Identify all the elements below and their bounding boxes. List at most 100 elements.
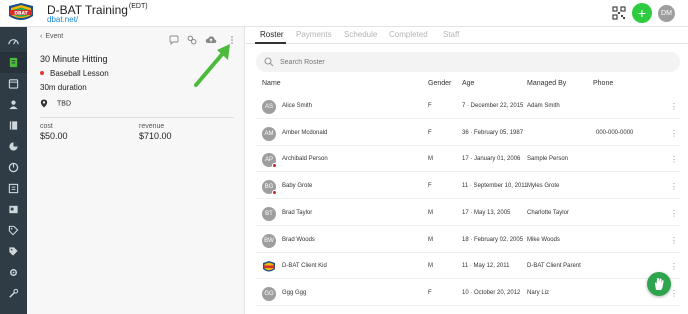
roster-name[interactable]: Alice Smith bbox=[282, 103, 312, 109]
roster-age: 7 · December 22, 2015 bbox=[462, 103, 524, 109]
revenue-value: $710.00 bbox=[139, 131, 172, 141]
table-row[interactable]: D-BAT Client Kid M 11 · May 12, 2011 D-BAT … bbox=[256, 257, 680, 280]
table-row[interactable]: GG Ggg Ggg F 10 · October 20, 2012 Nary Liz ⋮ bbox=[256, 284, 680, 306]
tab-schedule[interactable]: Schedule bbox=[344, 30, 377, 39]
app-url-link[interactable]: dbat.net/ bbox=[47, 15, 78, 24]
hand-icon bbox=[654, 278, 664, 290]
divider bbox=[40, 117, 234, 118]
more-vertical-icon[interactable] bbox=[230, 32, 234, 44]
svg-text:DBAT: DBAT bbox=[14, 10, 28, 16]
avatar: BT bbox=[262, 206, 276, 221]
nav-people-icon[interactable] bbox=[0, 94, 27, 115]
location-pin-icon bbox=[40, 99, 48, 108]
tab-completed[interactable]: Completed bbox=[389, 30, 428, 39]
event-type-label: Baseball Lesson bbox=[50, 69, 109, 78]
nav-tag-icon[interactable] bbox=[0, 220, 27, 241]
roster-age: 17 · May 13, 2005 bbox=[462, 209, 511, 216]
tab-payments[interactable]: Payments bbox=[296, 30, 332, 39]
column-header-managed-by[interactable]: Managed By bbox=[527, 80, 566, 87]
avatar: AS bbox=[262, 100, 276, 114]
nav-tags-icon[interactable] bbox=[0, 241, 27, 262]
roster-name[interactable]: D-BAT Client Kid bbox=[282, 263, 327, 269]
roster-gender: F bbox=[428, 183, 432, 190]
event-type-dot bbox=[40, 70, 44, 75]
back-to-event-link[interactable]: ‹ Event bbox=[40, 33, 63, 40]
active-tab-indicator bbox=[255, 42, 286, 44]
roster-age: 18 · February 02, 2005 bbox=[462, 236, 524, 243]
add-button[interactable]: + bbox=[632, 3, 652, 23]
nav-card-icon[interactable] bbox=[0, 199, 27, 220]
event-duration: 30m duration bbox=[40, 83, 87, 92]
nav-dashboard-icon[interactable] bbox=[0, 31, 27, 52]
cost-label: cost bbox=[40, 123, 53, 130]
table-row[interactable]: AM Amber Mcdonald F 36 · February 05, 1987 0… bbox=[256, 124, 680, 146]
avatar-initials: BW bbox=[264, 237, 274, 244]
roster-name[interactable]: Ggg Ggg bbox=[282, 290, 306, 296]
comment-icon[interactable] bbox=[169, 32, 179, 46]
table-row[interactable]: BG Baby Grote F 11 · September 10, 2011 Myle… bbox=[256, 177, 680, 200]
roster-name[interactable]: Archibald Person bbox=[282, 156, 328, 162]
column-header-age[interactable]: Age bbox=[462, 80, 474, 87]
nav-reports-icon[interactable] bbox=[0, 136, 27, 157]
nav-pie-chart-icon[interactable] bbox=[0, 157, 27, 178]
event-title: 30 Minute Hitting bbox=[40, 54, 108, 64]
nav-checkbook-icon[interactable] bbox=[0, 178, 27, 199]
chevron-left-icon: ‹ bbox=[40, 33, 43, 40]
roster-gender: M bbox=[428, 156, 433, 163]
row-more-icon[interactable]: ⋮ bbox=[670, 209, 678, 218]
nav-book-icon[interactable] bbox=[0, 115, 27, 136]
nav-wrench-icon[interactable] bbox=[0, 283, 27, 304]
avatar-initials: AP bbox=[264, 157, 273, 164]
row-more-icon[interactable]: ⋮ bbox=[670, 262, 678, 271]
dbat-logo[interactable]: DBAT bbox=[6, 2, 36, 24]
roster-name[interactable]: Baby Grote bbox=[282, 183, 312, 189]
row-more-icon[interactable]: ⋮ bbox=[670, 155, 678, 164]
roster-name[interactable]: Amber Mcdonald bbox=[282, 130, 327, 136]
tab-roster[interactable]: Roster bbox=[260, 30, 284, 39]
row-more-icon[interactable]: ⋮ bbox=[670, 129, 678, 138]
roster-name[interactable]: Brad Woods bbox=[282, 237, 315, 243]
search-roster-input[interactable] bbox=[280, 55, 660, 69]
event-type: Baseball Lesson bbox=[40, 69, 109, 78]
timezone-label: (EDT) bbox=[128, 3, 148, 10]
roster-gender: F bbox=[428, 129, 432, 136]
roster-age: 10 · October 20, 2012 bbox=[462, 289, 521, 296]
roster-age: 17 · January 01, 2006 bbox=[462, 156, 521, 163]
help-fab-button[interactable] bbox=[647, 272, 671, 296]
avatar: AP bbox=[262, 153, 277, 169]
nav-settings-icon[interactable] bbox=[0, 262, 27, 283]
row-more-icon[interactable]: ⋮ bbox=[670, 182, 678, 191]
roster-gender: F bbox=[428, 289, 432, 296]
roster-name[interactable]: Brad Taylor bbox=[282, 210, 312, 216]
column-header-gender[interactable]: Gender bbox=[428, 80, 451, 87]
table-row[interactable]: BW Brad Woods M 18 · February 02, 2005 Mike … bbox=[256, 231, 680, 253]
table-row[interactable]: BT Brad Taylor M 17 · May 13, 2005 Charlotte… bbox=[256, 204, 680, 226]
qr-code-icon[interactable] bbox=[612, 6, 626, 20]
event-location: TBD bbox=[40, 99, 71, 108]
avatar: BW bbox=[262, 233, 276, 248]
row-more-icon[interactable]: ⋮ bbox=[670, 236, 678, 245]
roster-age: 11 · May 12, 2011 bbox=[462, 263, 510, 270]
avatar: GG bbox=[262, 286, 276, 301]
avatar-initials: GG bbox=[264, 290, 274, 297]
location-label: TBD bbox=[57, 100, 71, 108]
cloud-upload-icon[interactable] bbox=[205, 32, 217, 43]
row-more-icon[interactable]: ⋮ bbox=[670, 102, 678, 111]
tab-staff[interactable]: Staff bbox=[443, 30, 459, 39]
tab-bar: Roster Payments Schedule Completed Staff bbox=[246, 27, 688, 44]
roster-age: 36 · February 05, 1987 bbox=[462, 129, 524, 136]
roster-gender: M bbox=[428, 263, 433, 270]
table-row[interactable]: AS Alice Smith F 7 · December 22, 2015 Adam … bbox=[256, 97, 680, 119]
roster-managed-by: Adam Smith bbox=[527, 103, 560, 109]
nav-schedule-icon[interactable] bbox=[0, 52, 27, 73]
column-header-phone[interactable]: Phone bbox=[593, 80, 613, 87]
user-avatar[interactable]: DM bbox=[658, 5, 675, 22]
link-icon[interactable] bbox=[187, 32, 197, 45]
table-row[interactable]: AP Archibald Person M 17 · January 01, 2006… bbox=[256, 150, 680, 173]
column-header-name[interactable]: Name bbox=[262, 80, 281, 87]
row-more-icon[interactable]: ⋮ bbox=[670, 289, 678, 298]
avatar-initials: AM bbox=[264, 130, 274, 137]
nav-calendar-icon[interactable] bbox=[0, 73, 27, 94]
event-panel: ‹ Event 30 Minute Hitting Baseball Lesson… bbox=[27, 27, 245, 314]
roster-managed-by: Charlotte Taylor bbox=[527, 209, 569, 216]
